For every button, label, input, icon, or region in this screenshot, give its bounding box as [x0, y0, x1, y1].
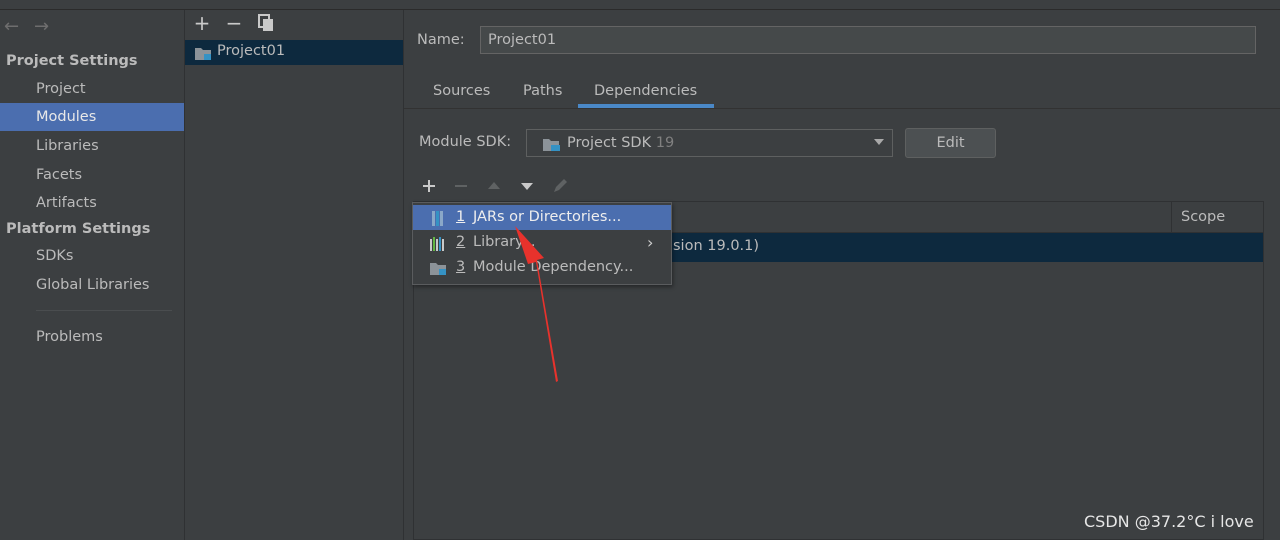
- module-sdk-value: Project SDK: [567, 135, 652, 151]
- module-folder-icon: [194, 45, 212, 65]
- back-arrow-icon[interactable]: ←: [4, 16, 19, 37]
- watermark-text: CSDN @37.2°C i love: [1084, 512, 1254, 531]
- copy-module-icon[interactable]: [255, 12, 277, 34]
- sidebar-item-facets[interactable]: Facets: [0, 161, 184, 189]
- menu-item-number: 2: [456, 234, 466, 250]
- scope-column-header[interactable]: Scope: [1181, 209, 1225, 225]
- menu-item-number: 3: [456, 259, 466, 275]
- module-name-input[interactable]: [480, 26, 1256, 54]
- add-dependency-icon[interactable]: [419, 175, 439, 197]
- platform-settings-heading: Platform Settings: [6, 221, 151, 237]
- module-sdk-version: 19: [655, 135, 675, 151]
- module-sdk-label: Module SDK:: [419, 134, 512, 150]
- menu-item-module-dependency[interactable]: 3 Module Dependency...: [413, 255, 671, 280]
- add-dependency-menu: 1 JARs or Directories... 2 Library... › …: [412, 202, 672, 285]
- sidebar-item-problems[interactable]: Problems: [0, 323, 184, 351]
- sidebar-item-libraries[interactable]: Libraries: [0, 132, 184, 160]
- move-up-icon[interactable]: [484, 175, 504, 197]
- library-icon: [429, 235, 445, 251]
- window-top-strip: [0, 0, 1280, 10]
- menu-item-label: Library...: [473, 234, 536, 250]
- menu-item-library[interactable]: 2 Library... ›: [413, 230, 671, 255]
- tab-paths[interactable]: Paths: [523, 83, 562, 99]
- add-module-icon[interactable]: +: [191, 12, 213, 34]
- dependencies-toolbar: [413, 172, 1264, 200]
- remove-dependency-icon[interactable]: [451, 175, 471, 197]
- sidebar-item-modules[interactable]: Modules: [0, 103, 184, 131]
- move-down-icon[interactable]: [517, 175, 537, 197]
- sidebar-divider: [36, 310, 172, 311]
- forward-arrow-icon[interactable]: →: [34, 16, 49, 37]
- project-settings-heading: Project Settings: [6, 53, 138, 69]
- menu-item-jars-or-directories[interactable]: 1 JARs or Directories...: [413, 205, 671, 230]
- edit-sdk-button[interactable]: Edit: [905, 128, 996, 158]
- edit-dependency-icon[interactable]: [550, 175, 570, 197]
- module-sdk-dropdown[interactable]: Project SDK 19: [526, 129, 893, 157]
- chevron-down-icon: [874, 139, 884, 145]
- menu-item-label: Module Dependency...: [473, 259, 634, 275]
- column-divider[interactable]: [1171, 202, 1172, 232]
- module-tree-label: Project01: [217, 43, 286, 59]
- tab-dependencies[interactable]: Dependencies: [594, 83, 697, 99]
- module-tree-item[interactable]: Project01: [185, 40, 403, 65]
- sidebar-item-sdks[interactable]: SDKs: [0, 242, 184, 270]
- sidebar-item-project[interactable]: Project: [0, 75, 184, 103]
- sdk-folder-icon: [542, 136, 562, 156]
- module-icon: [429, 260, 446, 275]
- remove-module-icon[interactable]: −: [223, 12, 245, 34]
- settings-sidebar: ← → Project Settings Project Modules Lib…: [0, 10, 185, 540]
- tab-sources[interactable]: Sources: [433, 83, 490, 99]
- module-tree-panel: + − Project01: [185, 10, 404, 540]
- submenu-arrow-icon: ›: [647, 233, 654, 252]
- active-tab-indicator: [578, 104, 714, 108]
- dependency-name: sion 19.0.1): [673, 238, 760, 254]
- menu-item-label: JARs or Directories...: [473, 209, 622, 225]
- sidebar-item-artifacts[interactable]: Artifacts: [0, 189, 184, 217]
- jar-icon: [429, 210, 445, 226]
- name-label: Name:: [417, 32, 465, 48]
- menu-item-number: 1: [456, 209, 466, 225]
- sidebar-item-global-libraries[interactable]: Global Libraries: [0, 271, 184, 299]
